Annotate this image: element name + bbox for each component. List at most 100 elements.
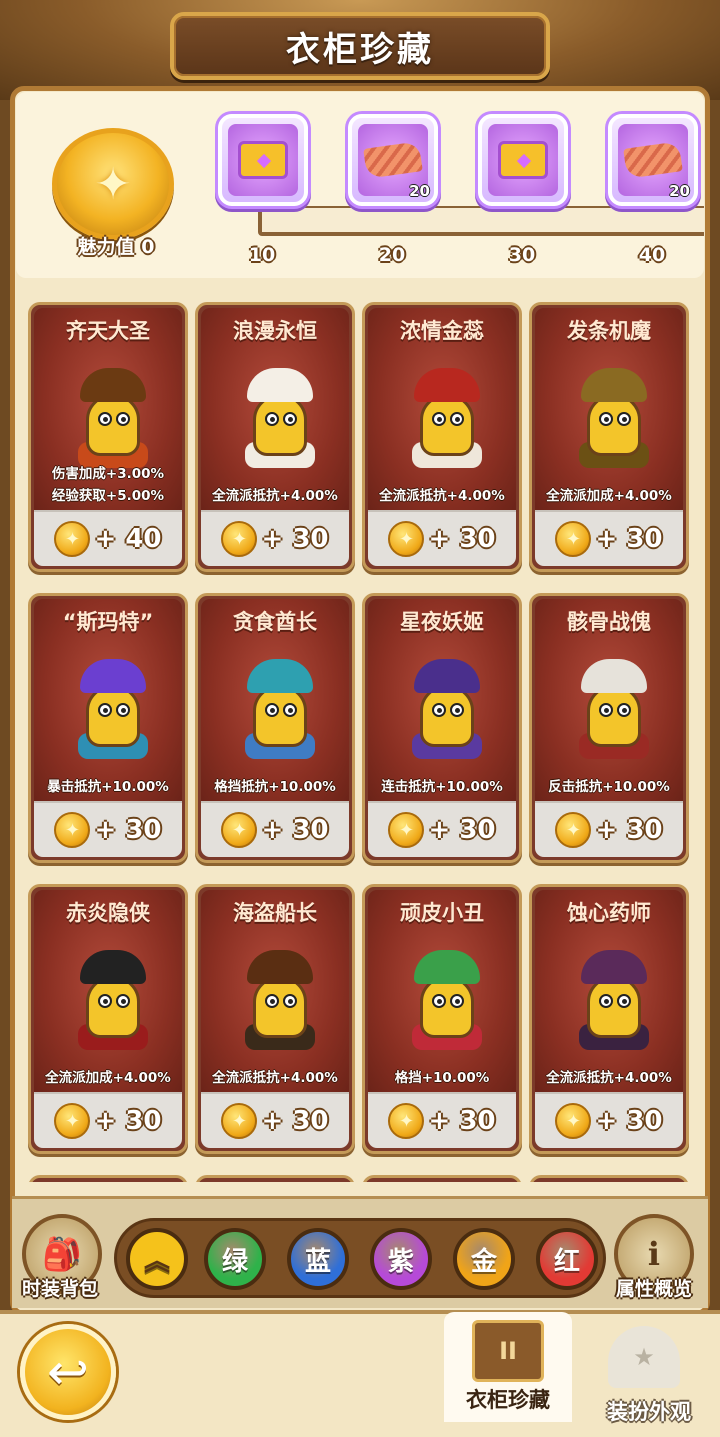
page-title: 衣柜珍藏 <box>286 29 434 70</box>
costume-card[interactable] <box>195 1175 355 1182</box>
costume-stats: 全流派抵抗+4.00% <box>532 1067 686 1089</box>
costume-name: 骸骨战傀 <box>567 610 651 634</box>
character-sprite <box>76 368 150 468</box>
charm-coin-icon: ✦ <box>221 521 258 557</box>
back-arrow-icon[interactable]: ↩ <box>20 1324 116 1420</box>
charm-value: 魅力值 0 <box>77 236 155 258</box>
stat-line: 经验获取+5.00% <box>51 488 165 504</box>
charm-coin-icon: ✦ <box>555 812 592 848</box>
hat-icon: ★ <box>608 1326 680 1388</box>
character-sprite <box>243 368 317 468</box>
fashion-bag-label: 时装背包 <box>21 1278 98 1300</box>
costume-card[interactable]: 蚀心药师 全流派抵抗+4.00% ✦ + 30 <box>529 884 689 1154</box>
charm-coin-icon: ✦ <box>221 1103 258 1139</box>
quality-filter-button[interactable]: 绿 <box>204 1228 266 1290</box>
reward-slot-1[interactable] <box>218 114 308 206</box>
character-sprite <box>76 659 150 759</box>
stat-line: 全流派抵抗+4.00% <box>546 1070 672 1086</box>
attribute-overview-label: 属性概览 <box>615 1278 692 1300</box>
reward-slot-2[interactable]: 20 <box>348 114 438 206</box>
reward-threshold: 30 <box>508 244 536 266</box>
costume-price: ✦ + 30 <box>535 801 683 857</box>
charm-coin-icon: ✦ <box>388 1103 425 1139</box>
costume-name: 顽皮小丑 <box>400 901 484 925</box>
costume-price: ✦ + 30 <box>368 801 516 857</box>
costume-card[interactable]: 贪食酋长 格挡抵抗+10.00% ✦ + 30 <box>195 593 355 863</box>
costume-price: ✦ + 30 <box>34 801 182 857</box>
costume-price: ✦ + 30 <box>34 1092 182 1148</box>
costume-card[interactable]: 浓情金蕊全流派抵抗+4.00% ✦ + 30 <box>362 302 522 572</box>
costume-price: ✦ + 30 <box>368 510 516 566</box>
costume-card[interactable]: 赤炎隐侠全流派加成+4.00% ✦ + 30 <box>28 884 188 1154</box>
reward-threshold: 20 <box>378 244 406 266</box>
quality-filter-button[interactable]: 蓝 <box>287 1228 349 1290</box>
charm-coin-icon: ✦ <box>54 812 91 848</box>
price-amount: + 40 <box>94 524 162 554</box>
costume-card[interactable]: 齐天大圣 伤害加成+3.00% 经验获取+5.00% ✦ + 40 <box>28 302 188 572</box>
stat-line: 暴击抵抗+10.00% <box>47 779 169 795</box>
wardrobe-icon: II <box>472 1320 544 1382</box>
costume-name: 星夜妖姬 <box>400 610 484 634</box>
stat-line: 全流派加成+4.00% <box>546 488 672 504</box>
costume-price: ✦ + 30 <box>535 1092 683 1148</box>
costume-name: 赤炎隐侠 <box>66 901 150 925</box>
treasure-chest-icon <box>238 141 288 179</box>
cloth-material-icon <box>623 141 683 179</box>
charm-coin-icon: ✦ <box>54 1103 91 1139</box>
price-amount: + 30 <box>595 815 663 845</box>
tab-label: 装扮外观 <box>607 1400 691 1424</box>
costume-stats: 全流派加成+4.00% <box>31 1067 185 1089</box>
charm-coin-icon: ✦ <box>388 812 425 848</box>
costume-card[interactable] <box>362 1175 522 1182</box>
price-amount: + 30 <box>94 815 162 845</box>
costume-price: ✦ + 30 <box>368 1092 516 1148</box>
treasure-chest-icon <box>498 141 548 179</box>
costume-stats: 全流派抵抗+4.00% <box>198 485 352 507</box>
costume-stats: 暴击抵抗+10.00% <box>31 776 185 798</box>
stat-line: 伤害加成+3.00% <box>51 466 165 482</box>
character-sprite <box>410 950 484 1050</box>
stat-line: 全流派加成+4.00% <box>45 1070 171 1086</box>
reward-threshold: 10 <box>248 244 276 266</box>
character-sprite <box>577 659 651 759</box>
costume-name: 发条机魔 <box>567 319 651 343</box>
costume-stats: 伤害加成+3.00% 经验获取+5.00% <box>31 463 185 507</box>
costume-stats: 全流派抵抗+4.00% <box>198 1067 352 1089</box>
reward-threshold: 40 <box>638 244 666 266</box>
costume-card[interactable] <box>529 1175 689 1182</box>
charm-coin-icon: ✦ <box>555 521 592 557</box>
costume-stats: 全流派加成+4.00% <box>532 485 686 507</box>
reward-slot-3[interactable] <box>478 114 568 206</box>
costume-grid: 齐天大圣 伤害加成+3.00% 经验获取+5.00% ✦ + 40 浪漫永恒 全流派抵抗+4… <box>28 302 692 1182</box>
character-sprite <box>76 950 150 1050</box>
character-sprite <box>577 950 651 1050</box>
price-amount: + 30 <box>595 524 663 554</box>
stat-line: 格挡抵抗+10.00% <box>214 779 336 795</box>
costume-name: 贪食酋长 <box>233 610 317 634</box>
costume-card[interactable]: 海盗船长 全流派抵抗+4.00% ✦ + 30 <box>195 884 355 1154</box>
costume-name: 浪漫永恒 <box>233 319 317 343</box>
character-sprite <box>410 368 484 468</box>
costume-card[interactable]: 发条机魔全流派加成+4.00% ✦ + 30 <box>529 302 689 572</box>
double-chevron-up-icon[interactable]: ︽ <box>126 1228 188 1290</box>
quality-filter-button[interactable]: 金 <box>453 1228 515 1290</box>
costume-card[interactable]: 浪漫永恒全流派抵抗+4.00% ✦ + 30 <box>195 302 355 572</box>
stat-line: 全流派抵抗+4.00% <box>379 488 505 504</box>
costume-card[interactable]: 星夜妖姬 连击抵抗+10.00% ✦ + 30 <box>362 593 522 863</box>
quality-filter-button[interactable]: 紫 <box>370 1228 432 1290</box>
costume-card[interactable]: 顽皮小丑 格挡+10.00% ✦ + 30 <box>362 884 522 1154</box>
tab-appearance[interactable]: ★ 装扮外观 <box>584 1312 714 1424</box>
price-amount: + 30 <box>261 524 329 554</box>
cloth-material-icon <box>363 141 423 179</box>
quality-filter-button[interactable]: 红 <box>536 1228 598 1290</box>
charm-progress-track <box>258 206 704 236</box>
costume-card[interactable] <box>28 1175 188 1182</box>
costume-card[interactable]: “斯玛特” 暴击抵抗+10.00% ✦ + 30 <box>28 593 188 863</box>
costume-name: “斯玛特” <box>62 610 154 634</box>
character-sprite <box>577 368 651 468</box>
reward-slot-4[interactable]: 20 <box>608 114 698 206</box>
tab-wardrobe-collection[interactable]: II 衣柜珍藏 <box>444 1312 572 1422</box>
costume-name: 浓情金蕊 <box>400 319 484 343</box>
costume-card[interactable]: 骸骨战傀 反击抵抗+10.00% ✦ + 30 <box>529 593 689 863</box>
charm-coin-icon: ✦ <box>221 812 258 848</box>
